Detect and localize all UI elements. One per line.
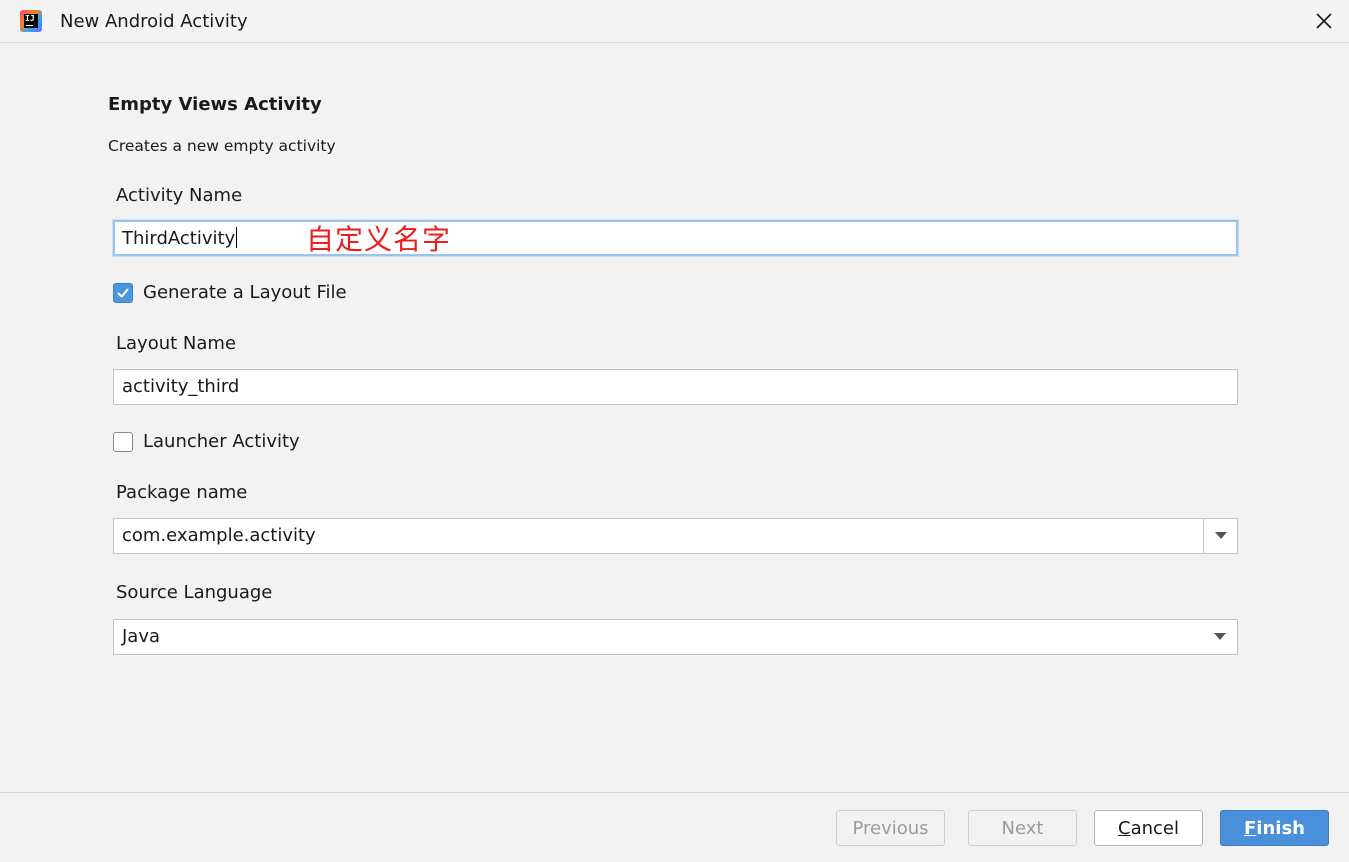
launcher-activity-checkbox-row[interactable]: Launcher Activity xyxy=(113,431,300,452)
template-description: Creates a new empty activity xyxy=(108,137,336,155)
cancel-button[interactable]: Cancel xyxy=(1094,810,1203,846)
layout-name-label: Layout Name xyxy=(116,333,237,354)
window-title: New Android Activity xyxy=(60,11,248,32)
title-bar: IJ New Android Activity xyxy=(0,0,1349,43)
chevron-down-icon xyxy=(1214,532,1227,539)
activity-name-label: Activity Name xyxy=(116,185,243,206)
close-icon xyxy=(1316,13,1332,29)
cancel-mnemonic: C xyxy=(1118,817,1131,839)
activity-name-value: ThirdActivity xyxy=(122,228,236,249)
checkmark-icon xyxy=(117,288,129,297)
close-button[interactable] xyxy=(1308,6,1340,36)
source-language-dropdown-button[interactable] xyxy=(1203,620,1237,654)
source-language-label: Source Language xyxy=(116,582,273,603)
finish-label: inish xyxy=(1256,817,1305,839)
launcher-activity-checkbox[interactable] xyxy=(113,431,133,452)
layout-name-input[interactable]: activity_third xyxy=(113,369,1238,405)
chevron-down-icon xyxy=(1214,633,1226,640)
source-language-select[interactable]: Java xyxy=(113,619,1238,655)
finish-button[interactable]: Finish xyxy=(1220,810,1329,846)
package-name-dropdown-button[interactable] xyxy=(1203,519,1237,553)
footer-divider xyxy=(0,792,1349,793)
cancel-label: ancel xyxy=(1130,817,1179,839)
layout-name-value: activity_third xyxy=(122,376,240,397)
activity-name-input[interactable]: ThirdActivity xyxy=(113,220,1238,256)
generate-layout-label: Generate a Layout File xyxy=(143,282,347,303)
intellij-logo-icon: IJ xyxy=(20,10,42,32)
previous-button[interactable]: Previous xyxy=(836,810,945,846)
package-name-value: com.example.activity xyxy=(122,525,316,546)
generate-layout-checkbox[interactable] xyxy=(113,282,133,303)
package-name-combo[interactable]: com.example.activity xyxy=(113,518,1238,554)
next-button[interactable]: Next xyxy=(968,810,1077,846)
annotation-text: 自定义名字 xyxy=(306,223,452,256)
package-name-label: Package name xyxy=(116,482,248,503)
generate-layout-checkbox-row[interactable]: Generate a Layout File xyxy=(113,282,347,303)
text-caret xyxy=(236,227,238,248)
launcher-activity-label: Launcher Activity xyxy=(143,431,300,452)
finish-mnemonic: F xyxy=(1244,817,1257,839)
logo-text: IJ xyxy=(25,14,35,23)
template-heading: Empty Views Activity xyxy=(108,94,322,115)
source-language-value: Java xyxy=(122,626,161,647)
